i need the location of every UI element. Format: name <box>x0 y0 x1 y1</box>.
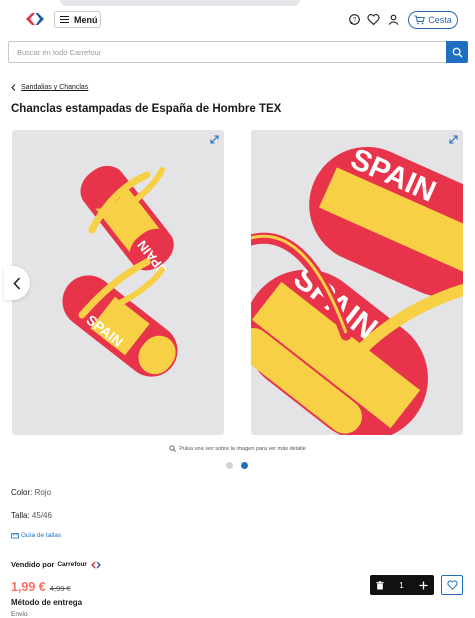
wishlist-button[interactable] <box>441 575 463 595</box>
trash-icon[interactable] <box>376 580 384 590</box>
zoom-icon <box>169 445 177 452</box>
heart-icon[interactable] <box>367 13 380 26</box>
size-guide-label[interactable]: Guía de tallas <box>21 532 61 539</box>
quantity-stepper: 1 <box>370 575 434 595</box>
search-bar <box>8 41 468 63</box>
svg-text:?: ? <box>353 18 357 24</box>
carousel-dot-1[interactable] <box>226 462 233 469</box>
color-value: Rojo <box>34 488 52 497</box>
chat-icon[interactable]: ? <box>348 13 361 26</box>
color-attribute: Color: Rojo <box>11 488 51 497</box>
search-button[interactable] <box>446 41 468 63</box>
sold-by-label: Vendido por <box>11 560 55 569</box>
expand-icon[interactable] <box>449 135 458 144</box>
product-image-2[interactable]: SPAIN SPAIN <box>251 130 463 435</box>
carrefour-logo-small <box>91 561 101 568</box>
menu-label: Menú <box>74 14 98 25</box>
carousel-dots <box>226 462 248 469</box>
zoom-hint-text: Pulsa una vez sobre la imagen para ver m… <box>179 445 306 452</box>
size-value: 45/46 <box>31 511 52 520</box>
old-price: 4,99 € <box>49 584 71 593</box>
cart-button[interactable]: Cesta <box>408 11 458 29</box>
cart-icon <box>414 15 426 25</box>
heart-icon <box>446 580 458 590</box>
quantity-value: 1 <box>399 580 404 590</box>
search-icon <box>452 47 462 57</box>
search-input[interactable] <box>8 41 446 63</box>
seller-name: Carrefour <box>57 561 87 568</box>
flip-flop-closeup-image: SPAIN SPAIN <box>251 142 463 435</box>
seller-info: Vendido por Carrefour <box>11 560 102 569</box>
delivery-title: Método de entrega <box>11 598 83 607</box>
browser-top-edge <box>60 0 300 6</box>
chevron-left-icon <box>13 276 21 290</box>
color-label: Color: <box>11 488 33 497</box>
size-attribute: Talla: 45/46 <box>11 511 52 520</box>
current-price: 1,99 € <box>11 580 46 594</box>
site-header: Menú ? Cesta <box>0 8 475 34</box>
ruler-icon <box>11 533 19 539</box>
size-label: Talla: <box>11 511 30 520</box>
hamburger-icon <box>60 16 69 23</box>
breadcrumb[interactable]: Sandalias y Chanclas <box>11 84 88 91</box>
size-guide-link[interactable]: Guía de tallas <box>11 532 61 539</box>
zoom-hint: Pulsa una vez sobre la imagen para ver m… <box>0 445 475 452</box>
chevron-left-icon <box>11 84 16 91</box>
plus-icon[interactable] <box>419 581 428 590</box>
page-title: Chanclas estampadas de España de Hombre … <box>11 103 282 115</box>
flip-flops-image: SPAIN SPAIN <box>62 165 178 377</box>
user-icon[interactable] <box>387 13 400 26</box>
product-image-1[interactable]: SPAIN SPAIN <box>12 130 224 435</box>
carousel-dot-2[interactable] <box>241 462 248 469</box>
carrefour-logo[interactable] <box>24 12 46 26</box>
cart-label: Cesta <box>428 15 452 25</box>
expand-icon[interactable] <box>210 135 219 144</box>
price-block: 1,99 € 4,99 € <box>11 580 71 594</box>
breadcrumb-link[interactable]: Sandalias y Chanclas <box>21 84 88 91</box>
menu-button[interactable]: Menú <box>54 11 101 28</box>
delivery-subtitle: Envío <box>11 611 28 618</box>
